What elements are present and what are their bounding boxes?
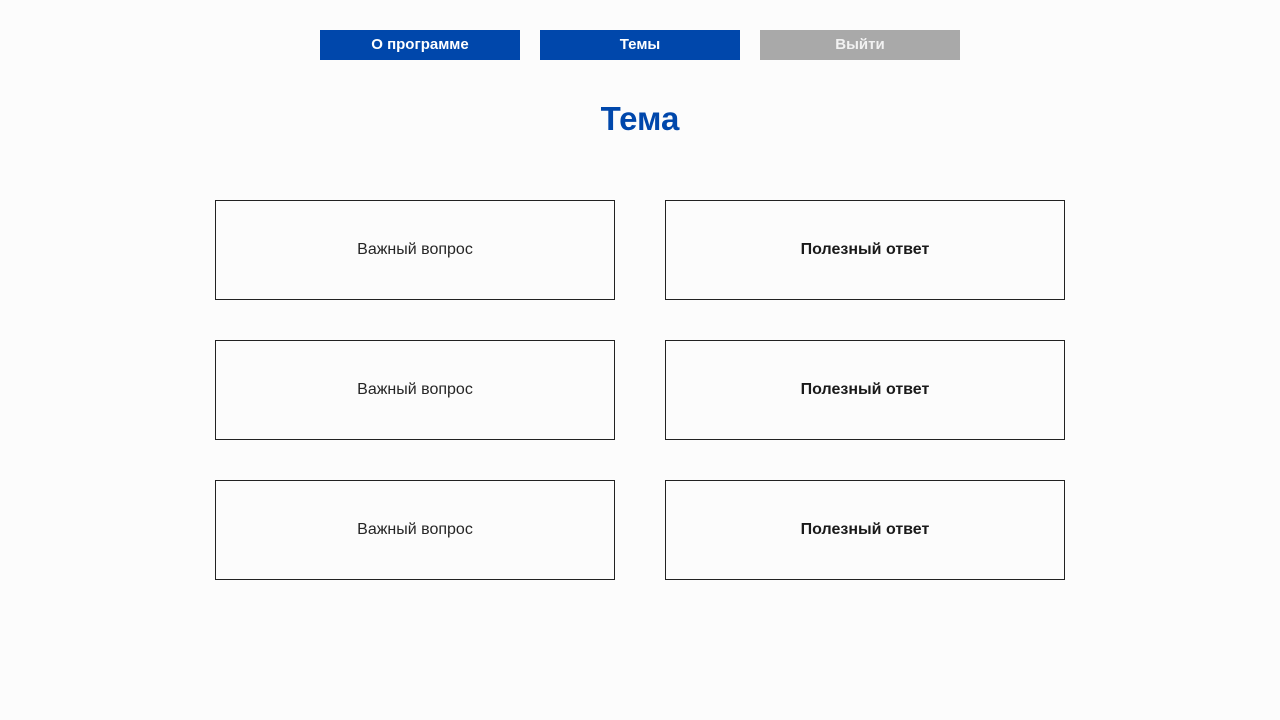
answer-card[interactable]: Полезный ответ <box>665 480 1065 580</box>
topics-button[interactable]: Темы <box>540 30 740 60</box>
answer-card[interactable]: Полезный ответ <box>665 340 1065 440</box>
qa-grid: Важный вопрос Полезный ответ Важный вопр… <box>215 200 1065 580</box>
answer-card[interactable]: Полезный ответ <box>665 200 1065 300</box>
question-card[interactable]: Важный вопрос <box>215 200 615 300</box>
about-button[interactable]: О программе <box>320 30 520 60</box>
page-title: Тема <box>600 100 680 137</box>
question-card[interactable]: Важный вопрос <box>215 340 615 440</box>
logout-button[interactable]: Выйти <box>760 30 960 60</box>
question-card[interactable]: Важный вопрос <box>215 480 615 580</box>
top-nav: О программе Темы Выйти <box>320 30 960 60</box>
